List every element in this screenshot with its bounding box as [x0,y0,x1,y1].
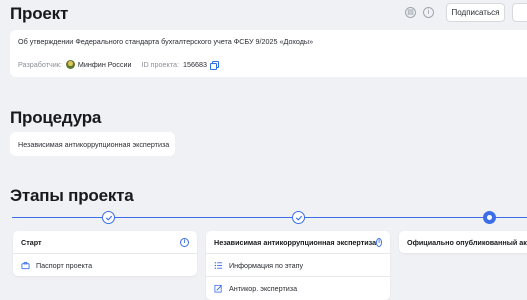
stage-card-published: Официально опубликованный акт [399,231,527,253]
stage-title: Независимая антикоррупционная экспертиза [214,237,377,247]
stage-card-header: Старт i [13,231,197,253]
stage-card-start: Старт i Паспорт проекта [13,231,197,276]
procedure-value: Независимая антикоррупционная экспертиза [10,132,175,156]
stage-card-expertise: Независимая антикоррупционная экспертиза… [206,231,390,300]
subscribe-button[interactable]: Подписаться [446,3,505,22]
more-button[interactable] [512,3,527,22]
project-id-label: ID проекта: [141,60,179,69]
stage-title: Официально опубликованный акт [407,237,527,247]
project-meta: Разработчик: Минфин России ID проекта: 1… [18,60,219,70]
copy-icon[interactable] [209,60,219,70]
stage-item-label: Информация по этапу [229,260,304,270]
project-title: Об утверждении Федерального стандарта бу… [18,37,314,46]
stage-item-anticorruption[interactable]: Антикор. экспертиза [206,276,390,299]
page-title: Проект [10,4,69,23]
check-icon [105,215,112,220]
procedure-heading: Процедура [10,108,102,127]
list-icon [214,261,223,270]
info-icon[interactable]: i [376,237,382,247]
stepper-line [12,217,527,218]
stage-card-header: Официально опубликованный акт [399,231,527,253]
stage-title: Старт [21,237,42,247]
info-icon[interactable]: i [423,7,434,18]
stage-item-label: Антикор. экспертиза [229,283,298,293]
step-3-active[interactable] [483,211,496,224]
header-actions: ▤ i [405,7,434,18]
briefcase-icon [21,261,30,270]
step-1-completed[interactable] [102,211,115,224]
stage-item-label: Паспорт проекта [36,260,93,270]
ministry-emblem-icon [65,60,75,69]
developer-value: Минфин России [77,60,132,69]
stage-item-info[interactable]: Информация по этапу [206,253,390,276]
check-icon [295,215,302,220]
step-2-completed[interactable] [292,211,305,224]
info-icon[interactable]: i [180,237,189,247]
print-icon[interactable]: ▤ [405,7,416,18]
stage-card-header: Независимая антикоррупционная экспертиза… [206,231,390,253]
edit-document-icon [214,284,223,293]
stages-heading: Этапы проекта [10,186,134,205]
developer-label: Разработчик: [18,60,62,69]
project-id-value: 156683 [182,60,207,69]
stage-item-passport[interactable]: Паспорт проекта [13,253,197,276]
